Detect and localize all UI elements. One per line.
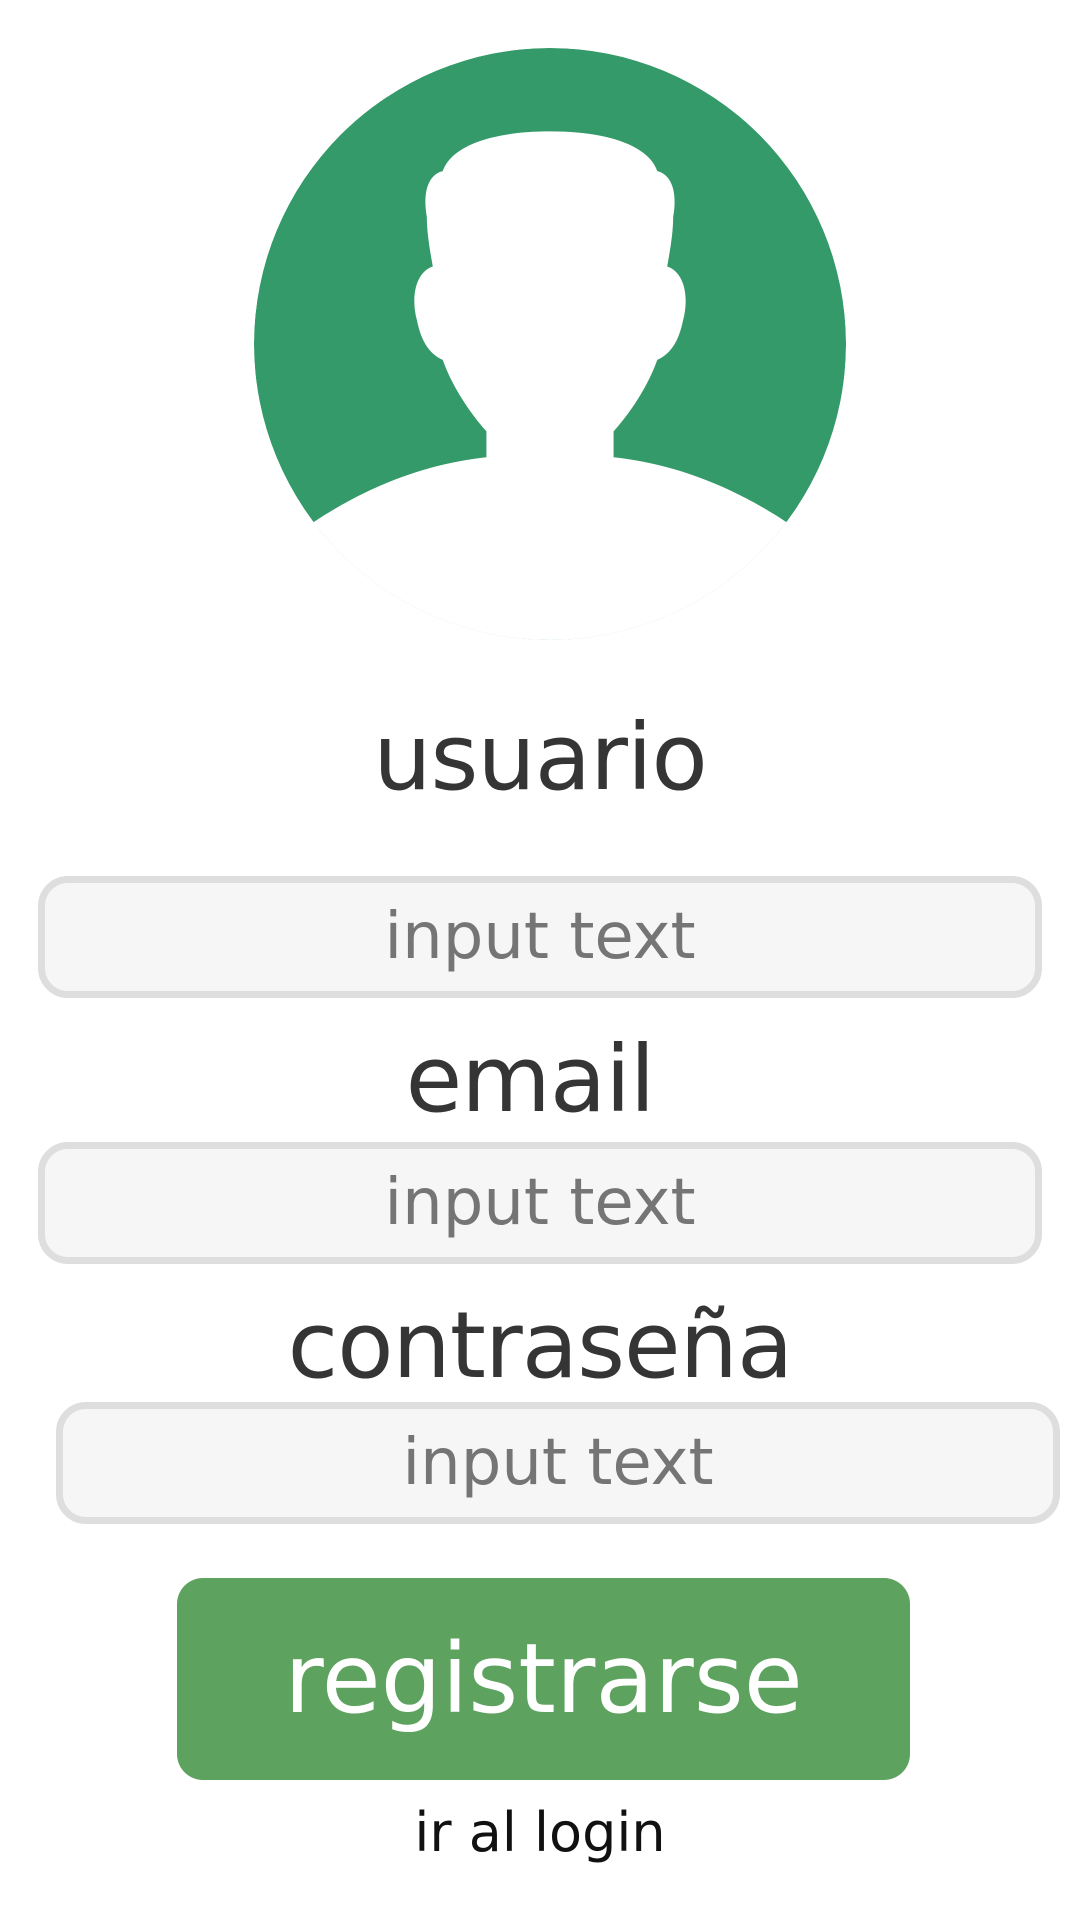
avatar <box>252 46 848 642</box>
password-label: contraseña <box>287 1292 794 1399</box>
register-button[interactable]: registrarse <box>177 1578 910 1780</box>
username-input[interactable] <box>38 876 1042 998</box>
user-silhouette-icon <box>253 47 847 641</box>
username-label: usuario <box>373 704 708 811</box>
login-link[interactable]: ir al login <box>0 1806 1080 1860</box>
email-input[interactable] <box>38 1142 1042 1264</box>
email-label: email <box>405 1026 656 1133</box>
password-input[interactable] <box>56 1402 1060 1524</box>
